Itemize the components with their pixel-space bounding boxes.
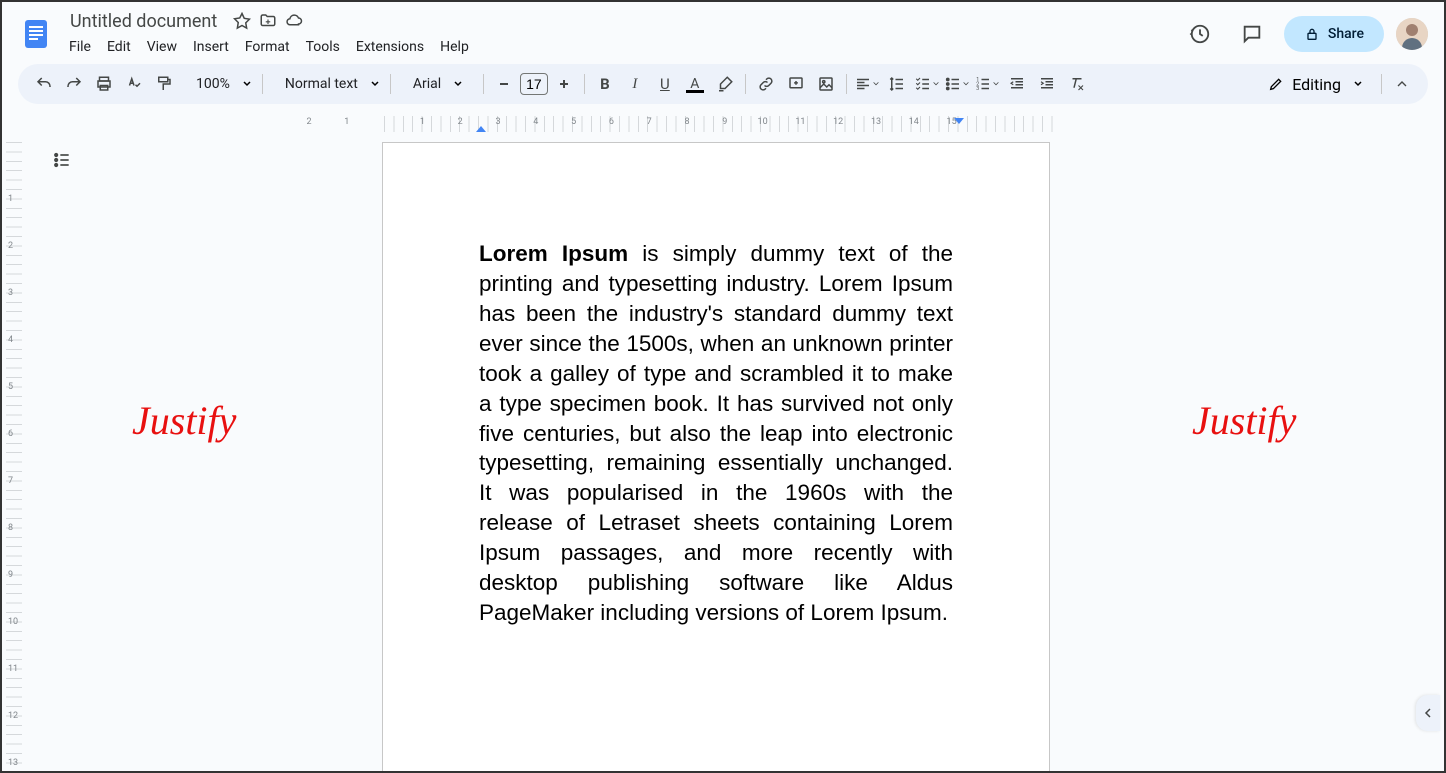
paint-format-button[interactable] bbox=[150, 70, 178, 98]
menu-file[interactable]: File bbox=[62, 35, 98, 59]
menu-tools[interactable]: Tools bbox=[299, 35, 347, 59]
menu-edit[interactable]: Edit bbox=[100, 35, 138, 59]
menu-help[interactable]: Help bbox=[433, 35, 476, 59]
vertical-ruler[interactable]: 12345678910111213 bbox=[6, 142, 22, 771]
version-history-icon[interactable] bbox=[1180, 14, 1220, 54]
comments-icon[interactable] bbox=[1232, 14, 1272, 54]
share-label: Share bbox=[1328, 26, 1364, 42]
move-icon[interactable] bbox=[259, 12, 277, 30]
pencil-icon bbox=[1268, 76, 1284, 92]
side-panel-toggle[interactable] bbox=[1416, 695, 1440, 731]
chevron-down-icon bbox=[872, 80, 880, 88]
menu-bar: File Edit View Insert Format Tools Exten… bbox=[62, 35, 1180, 59]
star-icon[interactable] bbox=[233, 12, 251, 30]
chevron-down-icon bbox=[242, 79, 252, 89]
underline-button[interactable]: U bbox=[651, 70, 679, 98]
numbered-list-button[interactable]: 123 bbox=[973, 70, 1001, 98]
toolbar: 100% Normal text Arial B I U A bbox=[2, 64, 1444, 104]
horizontal-ruler[interactable]: 21123456789101112131415 bbox=[32, 116, 1428, 132]
insert-image-button[interactable] bbox=[812, 70, 840, 98]
add-comment-button[interactable] bbox=[782, 70, 810, 98]
editing-mode-label: Editing bbox=[1292, 75, 1341, 94]
zoom-value: 100% bbox=[188, 76, 238, 92]
chevron-down-icon bbox=[1353, 79, 1363, 89]
font-value: Arial bbox=[405, 76, 449, 92]
decrease-indent-button[interactable] bbox=[1003, 70, 1031, 98]
insert-link-button[interactable] bbox=[752, 70, 780, 98]
chevron-down-icon bbox=[962, 80, 970, 88]
paragraph-style-value: Normal text bbox=[277, 76, 366, 92]
italic-button[interactable]: I bbox=[621, 70, 649, 98]
cloud-status-icon[interactable] bbox=[285, 12, 303, 30]
highlight-color-button[interactable] bbox=[711, 70, 739, 98]
avatar[interactable] bbox=[1396, 18, 1428, 50]
font-size-increase[interactable] bbox=[550, 70, 578, 98]
line-spacing-button[interactable] bbox=[883, 70, 911, 98]
increase-indent-button[interactable] bbox=[1033, 70, 1061, 98]
menu-view[interactable]: View bbox=[140, 35, 184, 59]
bold-text: Lorem Ipsum bbox=[479, 241, 628, 266]
spellcheck-button[interactable] bbox=[120, 70, 148, 98]
editing-mode-button[interactable]: Editing bbox=[1256, 70, 1371, 98]
docs-logo[interactable] bbox=[18, 16, 54, 52]
bold-button[interactable]: B bbox=[591, 70, 619, 98]
chevron-down-icon bbox=[370, 79, 380, 89]
menu-insert[interactable]: Insert bbox=[186, 35, 236, 59]
menu-format[interactable]: Format bbox=[238, 35, 297, 59]
share-button[interactable]: Share bbox=[1284, 16, 1384, 52]
paragraph-style-dropdown[interactable]: Normal text bbox=[269, 70, 384, 98]
undo-button[interactable] bbox=[30, 70, 58, 98]
title-area: Untitled document File Edit View Insert … bbox=[62, 9, 1180, 59]
right-indent-marker[interactable] bbox=[954, 118, 964, 124]
print-button[interactable] bbox=[90, 70, 118, 98]
font-size-input[interactable] bbox=[520, 73, 548, 95]
text-color-button[interactable]: A bbox=[681, 70, 709, 98]
document-title[interactable]: Untitled document bbox=[62, 9, 225, 34]
clear-formatting-button[interactable] bbox=[1063, 70, 1091, 98]
page[interactable]: Lorem Ipsum is simply dummy text of the … bbox=[382, 142, 1050, 771]
header: Untitled document File Edit View Insert … bbox=[2, 2, 1444, 58]
svg-text:3: 3 bbox=[976, 86, 979, 92]
document-body[interactable]: Lorem Ipsum is simply dummy text of the … bbox=[479, 239, 953, 628]
zoom-dropdown[interactable]: 100% bbox=[180, 70, 256, 98]
align-button[interactable] bbox=[853, 70, 881, 98]
body-text: is simply dummy text of the printing and… bbox=[479, 241, 953, 625]
redo-button[interactable] bbox=[60, 70, 88, 98]
chevron-down-icon bbox=[453, 79, 463, 89]
document-area: Lorem Ipsum is simply dummy text of the … bbox=[22, 132, 1444, 771]
bulleted-list-button[interactable] bbox=[943, 70, 971, 98]
menu-extensions[interactable]: Extensions bbox=[349, 35, 431, 59]
outline-toggle-button[interactable] bbox=[46, 144, 78, 176]
font-dropdown[interactable]: Arial bbox=[397, 70, 477, 98]
lock-icon bbox=[1304, 26, 1320, 42]
chevron-down-icon bbox=[932, 80, 940, 88]
checklist-button[interactable] bbox=[913, 70, 941, 98]
annotation-right: Justify bbox=[1192, 397, 1296, 444]
font-size-decrease[interactable] bbox=[490, 70, 518, 98]
chevron-down-icon bbox=[992, 80, 1000, 88]
annotation-left: Justify bbox=[132, 397, 236, 444]
collapse-toolbar-button[interactable] bbox=[1388, 70, 1416, 98]
